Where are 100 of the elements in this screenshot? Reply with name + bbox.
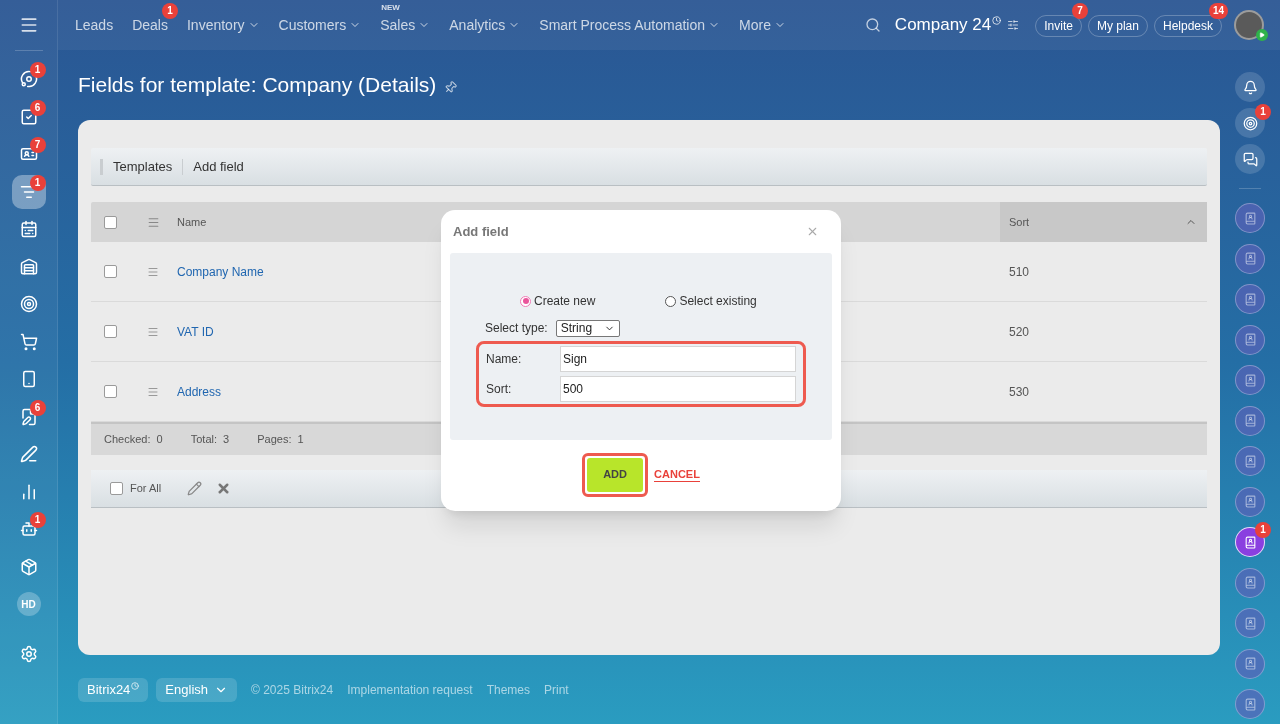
row-menu-icon[interactable] bbox=[147, 265, 159, 278]
text-field[interactable]: 500 bbox=[560, 376, 796, 402]
language-select[interactable]: English bbox=[156, 677, 237, 702]
sidebar-item[interactable]: 6 bbox=[11, 99, 46, 134]
contact-book-icon bbox=[1243, 292, 1257, 306]
sidebar-item[interactable]: 1 bbox=[11, 512, 46, 546]
brand-badge[interactable]: Bitrix24 bbox=[78, 677, 149, 702]
sidebar-item[interactable]: 6 bbox=[11, 399, 46, 434]
nav-link[interactable]: Customers bbox=[278, 14, 362, 36]
contact-avatar[interactable] bbox=[1235, 446, 1265, 476]
cancel-link[interactable]: CANCEL bbox=[654, 467, 700, 482]
contact-book-icon bbox=[1243, 414, 1257, 427]
settings-sliders-icon[interactable] bbox=[1007, 19, 1020, 31]
for-all-label: For All bbox=[130, 481, 162, 497]
summary-text: Checked: 0 bbox=[104, 432, 163, 448]
count-badge: 7 bbox=[1071, 3, 1088, 19]
count-badge: 1 bbox=[1255, 104, 1271, 120]
contact-book-icon bbox=[1243, 373, 1257, 387]
contact-avatar[interactable] bbox=[1235, 203, 1265, 233]
copyright-text: © 2025 Bitrix24 bbox=[251, 681, 334, 699]
add-button[interactable]: ADD bbox=[587, 457, 644, 492]
select-all-checkbox[interactable] bbox=[103, 215, 117, 229]
sidebar-item[interactable]: 1 bbox=[11, 174, 46, 209]
contact-avatar[interactable] bbox=[1235, 527, 1265, 557]
summary-text: Pages: 1 bbox=[257, 432, 304, 448]
field-link[interactable]: Address bbox=[177, 382, 222, 401]
toolbar-button[interactable]: Templates bbox=[113, 156, 173, 177]
radio-button[interactable] bbox=[520, 295, 531, 307]
radio-label: Select existing bbox=[679, 293, 757, 310]
user-avatar[interactable] bbox=[1234, 10, 1264, 40]
contact-avatar[interactable] bbox=[1235, 486, 1265, 517]
nav-link[interactable]: Smart Process Automation bbox=[539, 14, 721, 36]
table-cell-text: 530 bbox=[1008, 383, 1031, 401]
sidebar-item[interactable]: 1 bbox=[11, 62, 46, 96]
column-header[interactable]: Name bbox=[177, 202, 207, 242]
radio-button[interactable] bbox=[665, 295, 677, 307]
contact-avatar[interactable] bbox=[1235, 365, 1265, 395]
contact-book-icon bbox=[1243, 454, 1257, 468]
columns-menu-icon[interactable] bbox=[146, 215, 160, 229]
row-checkbox[interactable] bbox=[103, 385, 117, 398]
type-label: Select type: bbox=[485, 320, 548, 337]
nav-link[interactable]: Analytics bbox=[449, 14, 521, 36]
pen-icon bbox=[19, 445, 38, 463]
rail-button[interactable] bbox=[1235, 72, 1265, 102]
field-link[interactable]: VAT ID bbox=[177, 322, 214, 341]
dialog-title: Add field bbox=[453, 222, 509, 241]
table-cell-text: 520 bbox=[1008, 323, 1031, 341]
new-tag: NEW bbox=[381, 1, 400, 14]
field-label: Sort: bbox=[486, 381, 513, 398]
summary-text: Total: 3 bbox=[190, 432, 230, 448]
column-header[interactable]: Sort bbox=[1000, 202, 1207, 242]
contact-avatar[interactable] bbox=[1235, 243, 1265, 274]
count-badge: 7 bbox=[29, 137, 46, 153]
contact-book-icon bbox=[1243, 576, 1257, 589]
sidebar-item[interactable]: 7 bbox=[11, 137, 46, 171]
contact-avatar[interactable] bbox=[1235, 405, 1265, 436]
rail-button[interactable] bbox=[1235, 108, 1265, 138]
page-title: Fields for template: Company (Details) bbox=[78, 72, 437, 99]
row-checkbox[interactable] bbox=[103, 325, 117, 338]
warehouse-icon bbox=[19, 257, 38, 276]
clock-icon bbox=[131, 681, 140, 690]
bell-icon bbox=[1242, 79, 1258, 95]
contact-book-icon bbox=[1243, 697, 1257, 711]
rail-button[interactable] bbox=[1235, 144, 1265, 174]
edit-icon[interactable] bbox=[187, 481, 203, 496]
nav-link[interactable]: Sales bbox=[380, 14, 431, 36]
count-badge: 1 bbox=[29, 62, 46, 78]
contact-avatar[interactable] bbox=[1235, 284, 1265, 314]
row-menu-icon[interactable] bbox=[147, 385, 159, 398]
nav-link[interactable]: Inventory bbox=[186, 14, 260, 36]
nav-link[interactable]: Leads bbox=[75, 14, 114, 36]
count-badge: 14 bbox=[1208, 3, 1228, 19]
contact-avatar[interactable] bbox=[1235, 689, 1265, 719]
contact-avatar[interactable] bbox=[1235, 324, 1265, 355]
for-all-checkbox[interactable] bbox=[110, 482, 123, 495]
row-menu-icon[interactable] bbox=[147, 325, 159, 338]
box-icon bbox=[19, 557, 38, 576]
contact-avatar[interactable] bbox=[1235, 608, 1265, 638]
company-name: Company 24 bbox=[894, 14, 992, 37]
contact-book-icon bbox=[1243, 535, 1257, 549]
search-icon[interactable] bbox=[864, 17, 881, 33]
count-badge: 1 bbox=[1255, 522, 1271, 538]
field-label: Name: bbox=[486, 351, 523, 368]
radio-label: Create new bbox=[534, 293, 596, 310]
contact-book-icon bbox=[1243, 252, 1257, 265]
count-badge: 6 bbox=[29, 399, 46, 416]
close-icon[interactable] bbox=[806, 225, 819, 238]
contact-avatar[interactable] bbox=[1235, 567, 1265, 598]
cart-icon bbox=[19, 332, 38, 351]
nav-link[interactable]: More bbox=[739, 14, 786, 36]
toolbar-button[interactable]: Add field bbox=[193, 156, 244, 177]
contact-book-icon bbox=[1243, 211, 1257, 225]
chat-icon bbox=[1242, 151, 1258, 167]
settings-icon bbox=[19, 645, 38, 663]
row-checkbox[interactable] bbox=[103, 265, 117, 278]
text-field[interactable]: Sign bbox=[560, 346, 796, 372]
contact-avatar[interactable] bbox=[1235, 648, 1265, 679]
type-select[interactable]: String bbox=[555, 319, 620, 337]
field-link[interactable]: Company Name bbox=[177, 262, 264, 281]
count-badge: 1 bbox=[29, 512, 46, 528]
